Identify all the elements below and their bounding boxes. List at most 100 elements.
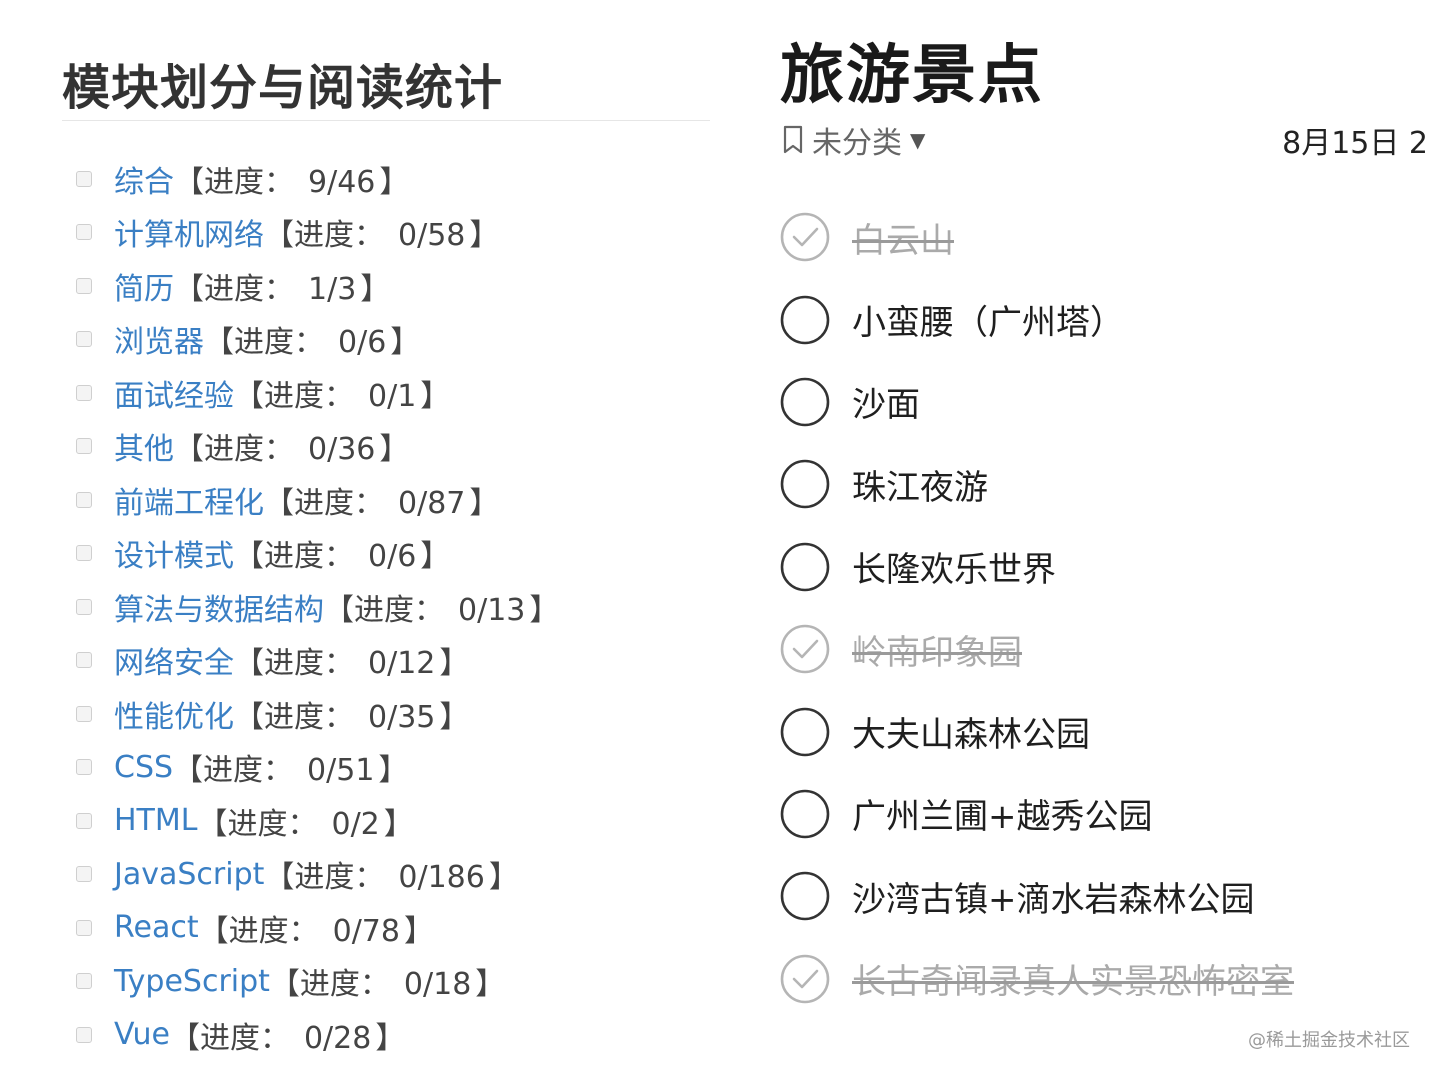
progress-suffix: 】	[383, 806, 414, 842]
module-checkbox[interactable]	[76, 545, 92, 562]
progress-suffix: 】	[488, 860, 519, 896]
circle-icon[interactable]	[780, 459, 830, 509]
title-divider	[62, 120, 710, 121]
circle-icon[interactable]	[780, 295, 830, 345]
module-checkbox[interactable]	[76, 598, 92, 615]
category-dropdown[interactable]: 未分类 ▼	[782, 118, 925, 162]
module-link[interactable]: React	[114, 910, 199, 945]
circle-icon[interactable]	[780, 789, 830, 839]
progress-value: 1/3	[308, 271, 357, 307]
module-checkbox[interactable]	[76, 812, 92, 829]
progress-value: 0/12	[368, 646, 436, 682]
todo-item: 岭南印象园	[780, 608, 1430, 690]
todo-item: 白云山	[780, 196, 1430, 278]
progress-suffix: 】	[378, 753, 409, 789]
module-progress: 【进度： 0/1】	[234, 371, 450, 415]
module-checkbox[interactable]	[76, 277, 92, 294]
progress-value: 0/6	[368, 539, 417, 575]
todo-item: 小蛮腰（广州塔）	[780, 278, 1430, 360]
progress-suffix: 】	[379, 164, 410, 200]
module-progress: 【进度： 0/36】	[174, 424, 409, 468]
module-link[interactable]: 性能优化	[114, 692, 234, 736]
module-progress: 【进度： 1/3】	[174, 264, 390, 308]
checked-circle-icon[interactable]	[780, 212, 830, 262]
progress-value: 0/51	[307, 753, 375, 789]
todo-text: 岭南印象园	[852, 632, 1022, 673]
todo-text: 白云山	[852, 220, 954, 261]
module-row: 面试经验 【进度： 0/1】	[76, 366, 716, 420]
module-link[interactable]: JavaScript	[114, 857, 264, 892]
todo-text: 广州兰圃+越秀公园	[852, 797, 1153, 838]
module-list: 综合 【进度： 9/46】计算机网络 【进度： 0/58】简历 【进度： 1/3】浏览器 【进…	[76, 152, 716, 1062]
module-progress: 【进度： 0/6】	[204, 317, 420, 361]
module-progress: 【进度： 0/13】	[324, 585, 559, 629]
module-link[interactable]: Vue	[114, 1017, 170, 1052]
module-link[interactable]: HTML	[114, 803, 197, 838]
category-label: 未分类	[812, 126, 902, 161]
todo-text: 小蛮腰（广州塔）	[852, 303, 1124, 344]
todo-text: 大夫山森林公园	[852, 715, 1090, 756]
module-link[interactable]: 简历	[114, 264, 174, 308]
module-link[interactable]: 算法与数据结构	[114, 585, 324, 629]
todo-item: 沙湾古镇+滴水岩森林公园	[780, 855, 1430, 937]
progress-prefix: 【进度：	[197, 806, 318, 842]
module-checkbox[interactable]	[76, 705, 92, 722]
progress-value: 0/28	[303, 1020, 372, 1056]
module-checkbox[interactable]	[76, 331, 92, 348]
circle-icon[interactable]	[780, 871, 830, 921]
module-row: 计算机网络 【进度： 0/58】	[76, 206, 716, 260]
progress-value: 0/13	[458, 592, 526, 628]
progress-prefix: 【进度：	[234, 646, 354, 682]
module-row: 简历 【进度： 1/3】	[76, 259, 716, 313]
circle-icon[interactable]	[780, 377, 830, 427]
circle-icon[interactable]	[780, 542, 830, 592]
progress-value: 0/35	[368, 699, 436, 735]
module-row: 性能优化 【进度： 0/35】	[76, 687, 716, 741]
module-checkbox[interactable]	[76, 1026, 92, 1043]
module-checkbox[interactable]	[76, 866, 92, 883]
module-checkbox[interactable]	[76, 973, 92, 990]
module-checkbox[interactable]	[76, 224, 92, 241]
module-checkbox[interactable]	[76, 384, 92, 401]
module-checkbox[interactable]	[76, 170, 92, 187]
module-checkbox[interactable]	[76, 652, 92, 669]
module-checkbox[interactable]	[76, 759, 92, 776]
module-link[interactable]: TypeScript	[114, 964, 270, 999]
module-checkbox[interactable]	[76, 919, 92, 936]
module-link[interactable]: 面试经验	[114, 371, 234, 415]
module-row: Vue 【进度： 0/28】	[76, 1008, 716, 1062]
module-link[interactable]: 计算机网络	[114, 210, 264, 254]
module-link[interactable]: 综合	[114, 157, 174, 201]
module-link[interactable]: 其他	[114, 424, 174, 468]
progress-prefix: 【进度：	[324, 592, 444, 628]
module-row: React 【进度： 0/78】	[76, 901, 716, 955]
module-checkbox[interactable]	[76, 438, 92, 455]
module-row: 算法与数据结构 【进度： 0/13】	[76, 580, 716, 634]
module-link[interactable]: 浏览器	[114, 317, 204, 361]
progress-suffix: 】	[420, 378, 451, 414]
module-progress: 【进度： 0/2】	[197, 799, 413, 843]
progress-suffix: 】	[420, 539, 451, 575]
module-progress: 【进度： 0/12】	[234, 638, 469, 682]
progress-prefix: 【进度：	[264, 485, 384, 521]
module-link[interactable]: 前端工程化	[114, 478, 264, 522]
todo-text: 沙面	[852, 385, 920, 426]
progress-prefix: 【进度：	[169, 1020, 290, 1056]
module-row: 综合 【进度： 9/46】	[76, 152, 716, 206]
module-link[interactable]: 网络安全	[114, 638, 234, 682]
date-label: 8月15日 2	[1282, 126, 1428, 161]
module-link[interactable]: CSS	[114, 750, 173, 785]
module-progress: 【进度： 0/18】	[270, 959, 505, 1003]
progress-prefix: 【进度：	[174, 164, 294, 200]
module-link[interactable]: 设计模式	[114, 531, 234, 575]
circle-icon[interactable]	[780, 707, 830, 757]
module-checkbox[interactable]	[76, 491, 92, 508]
progress-suffix: 】	[439, 646, 470, 682]
progress-suffix: 】	[469, 485, 500, 521]
progress-value: 0/2	[331, 806, 380, 842]
bookmark-icon	[783, 125, 803, 154]
checked-circle-icon[interactable]	[780, 954, 830, 1004]
checked-circle-icon[interactable]	[780, 624, 830, 674]
module-progress: 【进度： 0/35】	[234, 692, 469, 736]
progress-value: 0/18	[403, 967, 472, 1003]
